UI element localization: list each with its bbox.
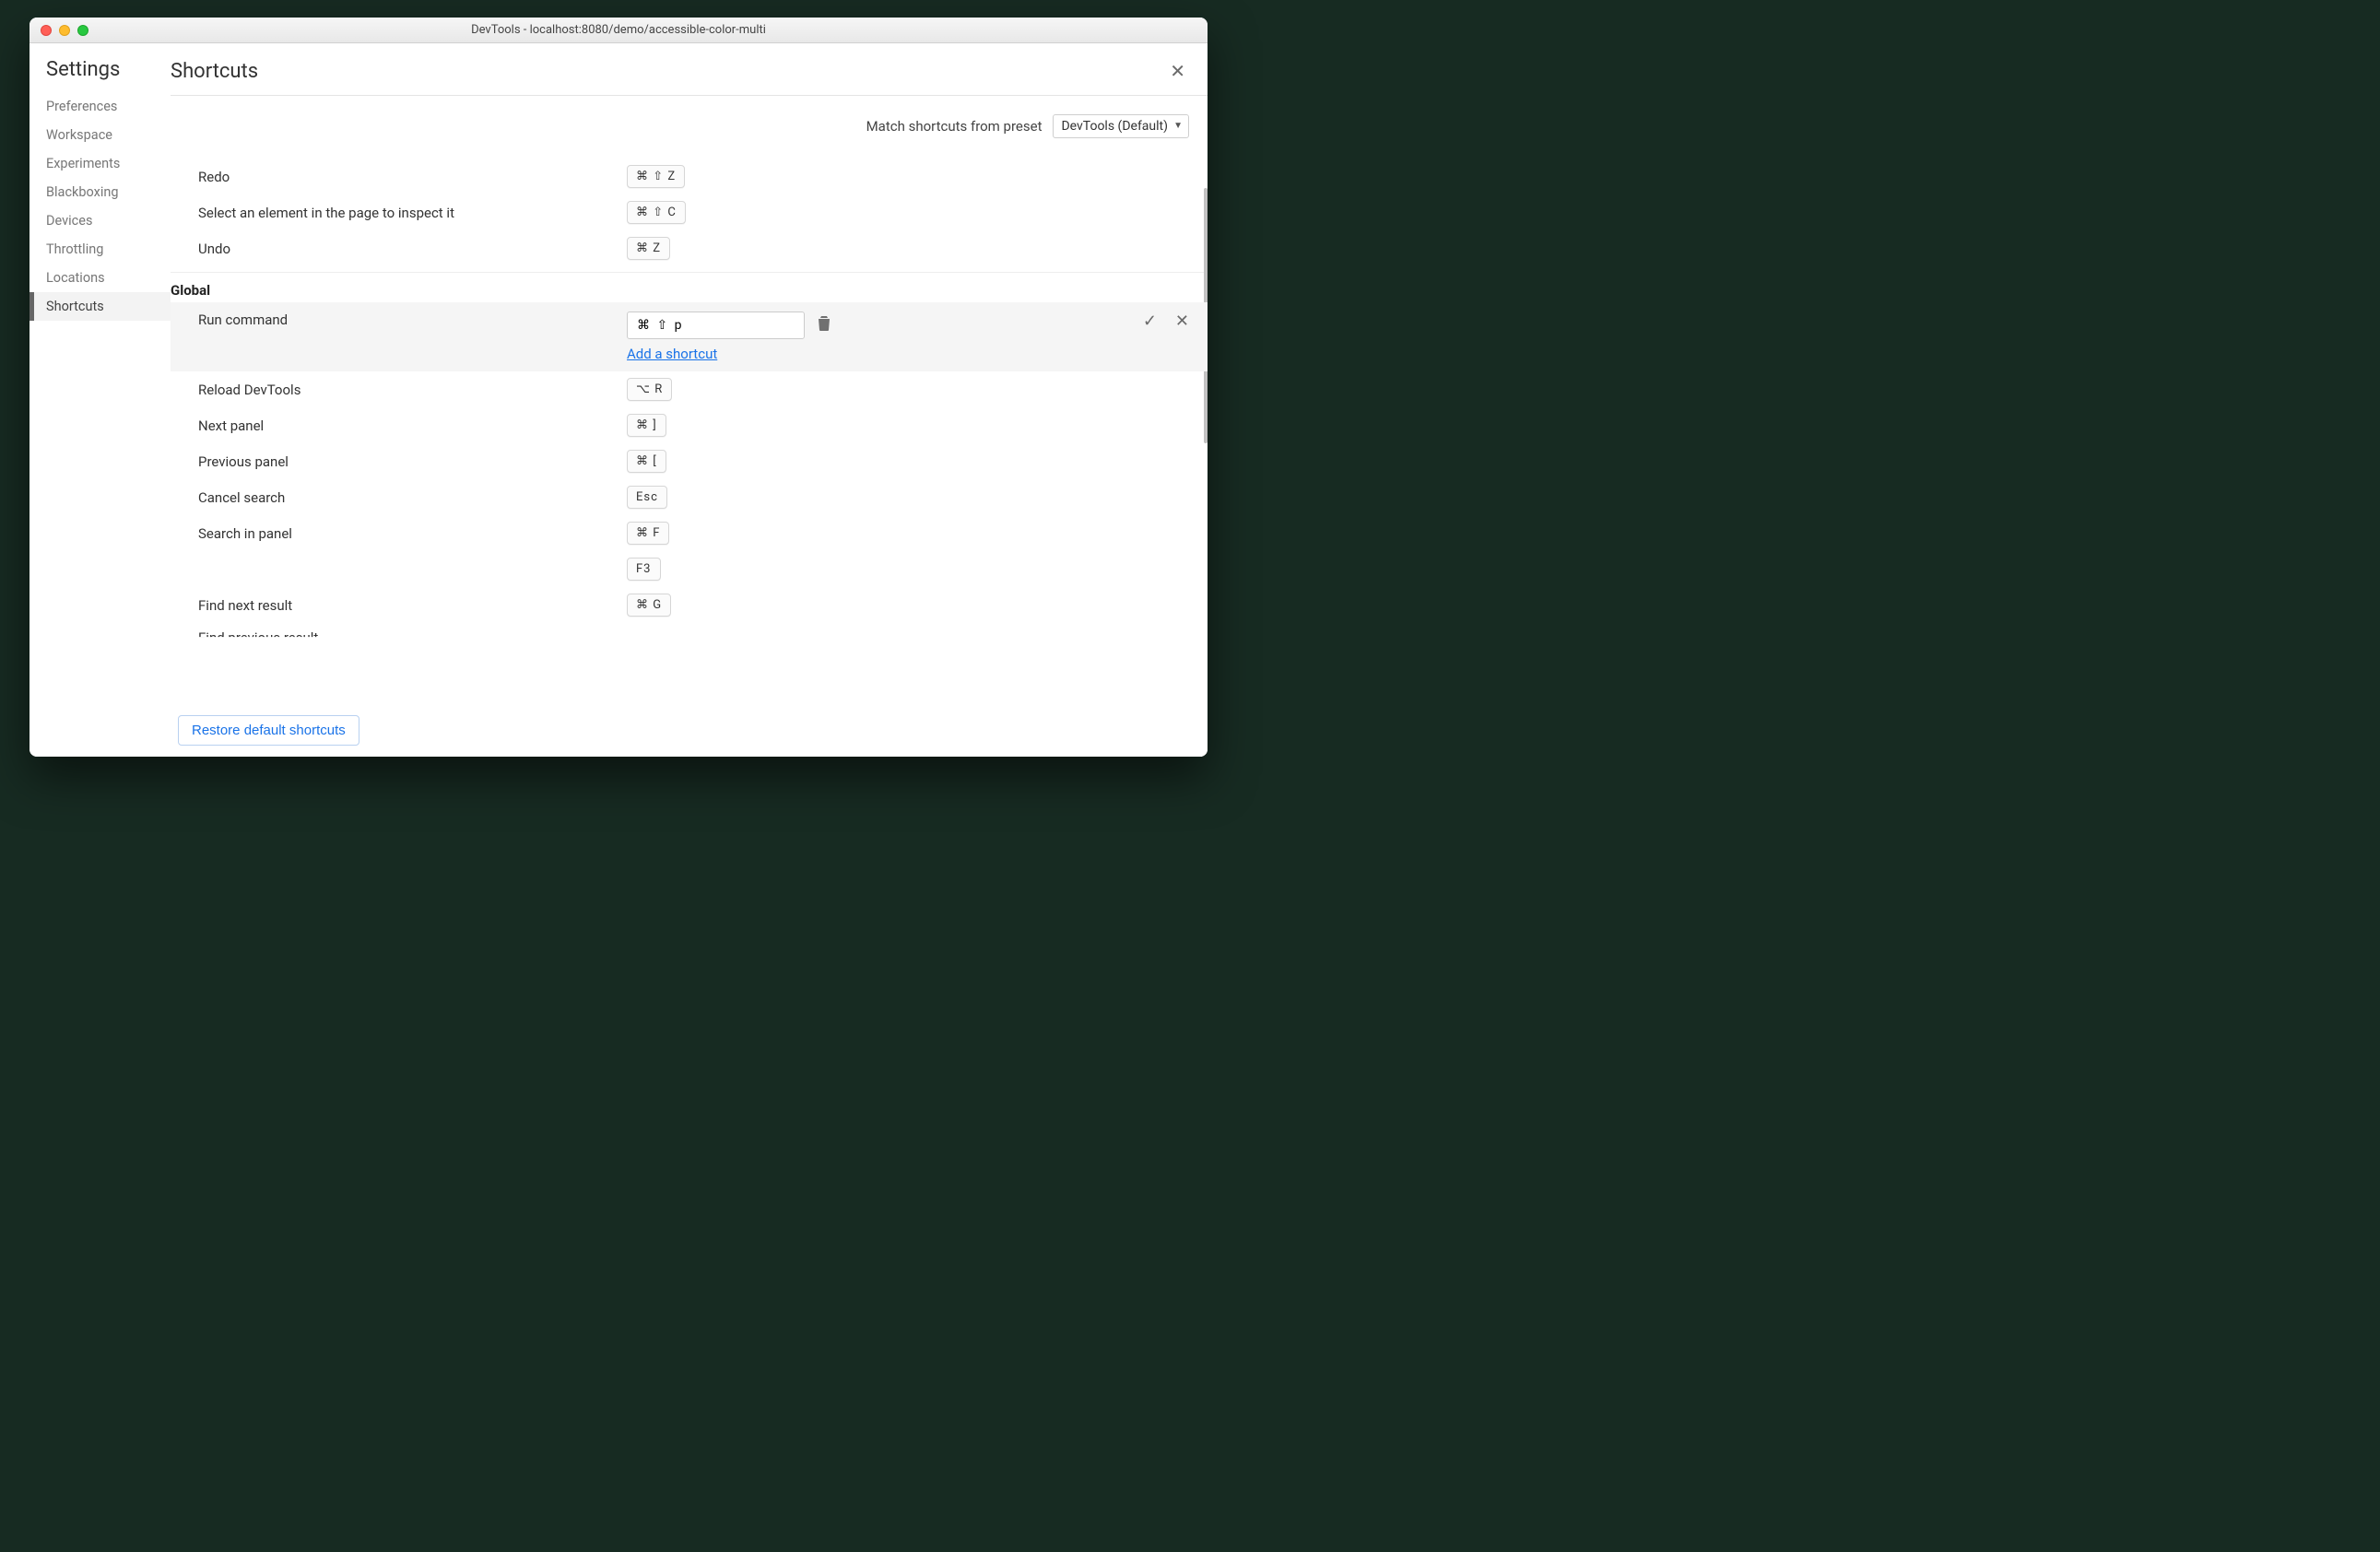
window-title: DevTools - localhost:8080/demo/accessibl… xyxy=(29,23,1208,37)
shortcut-row-search-in-panel[interactable]: Search in panel ⌘ F xyxy=(171,515,1208,551)
add-shortcut-link[interactable]: Add a shortcut xyxy=(627,346,717,362)
sidebar-item-experiments[interactable]: Experiments xyxy=(29,149,171,178)
shortcut-row-search-in-panel-alt[interactable]: F3 xyxy=(171,551,1208,587)
sidebar-item-locations[interactable]: Locations xyxy=(29,264,171,292)
shortcut-combo: ⌘ Z xyxy=(627,237,670,260)
shortcut-label: Find next result xyxy=(171,597,627,614)
shortcut-label: Reload DevTools xyxy=(171,382,627,398)
shortcut-combo: ⌘ G xyxy=(627,594,671,617)
sidebar-item-blackboxing[interactable]: Blackboxing xyxy=(29,178,171,206)
shortcut-combo: F3 xyxy=(627,558,661,581)
sidebar-item-devices[interactable]: Devices xyxy=(29,206,171,235)
shortcut-combo: ⌘ [ xyxy=(627,450,666,473)
shortcut-row-cancel-search[interactable]: Cancel search Esc xyxy=(171,479,1208,515)
window-minimize-button[interactable] xyxy=(59,25,70,36)
preset-select[interactable]: DevTools (Default) ▼ xyxy=(1053,114,1189,138)
group-title-global: Global xyxy=(171,272,1208,302)
restore-defaults-button[interactable]: Restore default shortcuts xyxy=(178,715,359,746)
shortcut-combo: Esc xyxy=(627,486,667,509)
shortcut-label: Undo xyxy=(171,241,627,257)
shortcut-label: Next panel xyxy=(171,417,627,434)
shortcut-row-undo[interactable]: Undo ⌘ Z xyxy=(171,230,1208,266)
shortcuts-scroll: Match shortcuts from preset DevTools (De… xyxy=(171,96,1208,757)
settings-main: Shortcuts ✕ Match shortcuts from preset … xyxy=(171,43,1208,757)
shortcut-label: Select an element in the page to inspect… xyxy=(171,205,627,221)
checkmark-icon[interactable]: ✓ xyxy=(1143,312,1157,331)
shortcut-input[interactable]: ⌘ ⇧ p xyxy=(627,312,805,339)
shortcut-label: Find previous result xyxy=(171,629,627,646)
trash-icon[interactable] xyxy=(818,316,831,335)
sidebar-item-shortcuts[interactable]: Shortcuts xyxy=(29,292,171,321)
sidebar-item-preferences[interactable]: Preferences xyxy=(29,92,171,121)
shortcut-combo: ⌘ ] xyxy=(627,414,666,437)
shortcut-row-find-next[interactable]: Find next result ⌘ G xyxy=(171,587,1208,623)
shortcut-combo: ⌥ R xyxy=(627,378,672,401)
close-icon[interactable]: ✕ xyxy=(1162,58,1193,84)
shortcut-row-find-previous[interactable]: Find previous result xyxy=(171,623,1208,653)
settings-body: Settings Preferences Workspace Experimen… xyxy=(29,43,1208,757)
preset-label: Match shortcuts from preset xyxy=(866,118,1043,135)
chevron-down-icon: ▼ xyxy=(1173,121,1183,131)
shortcut-row-reload[interactable]: Reload DevTools ⌥ R xyxy=(171,371,1208,407)
shortcut-row-run-command-editing: Run command ⌘ ⇧ p Add a shortcut ✓ ✕ xyxy=(171,302,1208,371)
shortcut-row-previous-panel[interactable]: Previous panel ⌘ [ xyxy=(171,443,1208,479)
shortcut-label: Search in panel xyxy=(171,525,627,542)
sidebar-item-workspace[interactable]: Workspace xyxy=(29,121,171,149)
cancel-icon[interactable]: ✕ xyxy=(1175,312,1189,331)
shortcut-label: Previous panel xyxy=(171,453,627,470)
devtools-window: DevTools - localhost:8080/demo/accessibl… xyxy=(29,18,1208,757)
traffic-lights xyxy=(29,25,88,36)
titlebar: DevTools - localhost:8080/demo/accessibl… xyxy=(29,18,1208,43)
window-close-button[interactable] xyxy=(41,25,52,36)
page-title: Shortcuts xyxy=(171,60,258,83)
shortcut-combo: ⌘ ⇧ Z xyxy=(627,165,685,188)
settings-sidebar: Settings Preferences Workspace Experimen… xyxy=(29,43,171,757)
shortcut-combo: ⌘ F xyxy=(627,522,669,545)
shortcut-label: Run command xyxy=(171,312,627,328)
shortcut-row-redo[interactable]: Redo ⌘ ⇧ Z xyxy=(171,159,1208,194)
sidebar-item-throttling[interactable]: Throttling xyxy=(29,235,171,264)
shortcut-label: Cancel search xyxy=(171,489,627,506)
preset-row: Match shortcuts from preset DevTools (De… xyxy=(171,96,1208,159)
edit-confirm-icons: ✓ ✕ xyxy=(1143,312,1189,331)
shortcut-row-next-panel[interactable]: Next panel ⌘ ] xyxy=(171,407,1208,443)
preset-value: DevTools (Default) xyxy=(1061,119,1168,134)
shortcut-combo: ⌘ ⇧ C xyxy=(627,201,686,224)
shortcut-label: Redo xyxy=(171,169,627,185)
sidebar-title: Settings xyxy=(46,58,171,81)
main-header: Shortcuts ✕ xyxy=(171,43,1208,95)
footer: Restore default shortcuts xyxy=(171,708,1208,757)
window-zoom-button[interactable] xyxy=(77,25,88,36)
shortcut-row-inspect-element[interactable]: Select an element in the page to inspect… xyxy=(171,194,1208,230)
